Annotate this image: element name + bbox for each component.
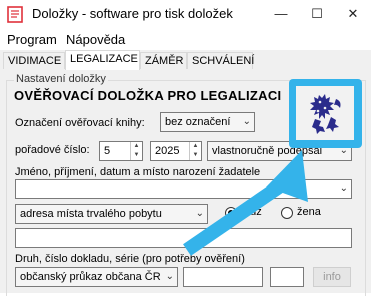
- document-type-value: občanský průkaz občana ČR: [20, 271, 161, 283]
- order-year-value: 2025: [155, 145, 180, 157]
- close-button[interactable]: ✕: [335, 0, 371, 28]
- order-label: pořadové číslo:: [15, 144, 90, 156]
- gender-female-radio[interactable]: [281, 207, 293, 219]
- book-select-value: bez označení: [165, 116, 231, 128]
- address-type-select[interactable]: adresa místa trvalého pobytu ⌄: [15, 204, 208, 224]
- form-heading: OVĚŘOVACÍ DOLOŽKA PRO LEGALIZACI: [14, 88, 282, 103]
- address-type-value: adresa místa trvalého pobytu: [20, 208, 162, 220]
- person-select[interactable]: ⌄: [15, 179, 352, 199]
- maximize-button[interactable]: ☐: [299, 0, 335, 28]
- document-type-select[interactable]: občanský průkaz občana ČR ⌄: [15, 267, 178, 287]
- book-select[interactable]: bez označení ⌄: [160, 112, 255, 132]
- chevron-down-icon: ⌄: [195, 208, 204, 219]
- person-label: Jméno, příjmení, datum a místo narození …: [15, 166, 261, 178]
- document-label: Druh, číslo dokladu, série (pro potřeby …: [15, 253, 245, 265]
- menu-program[interactable]: Program: [7, 32, 57, 47]
- document-number-input[interactable]: [183, 267, 263, 287]
- menu-help[interactable]: Nápověda: [66, 32, 125, 47]
- tab-zamer[interactable]: ZÁMĚR: [140, 52, 187, 69]
- order-number-stepper[interactable]: 5 ▲ ▼: [99, 141, 143, 161]
- app-document-icon: [7, 6, 25, 23]
- document-series-input[interactable]: [270, 267, 304, 287]
- chevron-down-icon: ⌄: [339, 183, 348, 194]
- window-title: Doložky - software pro tisk doložek: [32, 6, 233, 21]
- gender-male-radio[interactable]: [225, 207, 237, 219]
- gender-male-label: muž: [241, 206, 262, 218]
- czech-lion-emblem-icon: [305, 91, 345, 135]
- order-number-value: 5: [104, 145, 111, 157]
- minimize-button[interactable]: —: [263, 0, 299, 28]
- order-number-spin[interactable]: ▲ ▼: [130, 142, 142, 160]
- order-year-stepper[interactable]: 2025 ▲ ▼: [150, 141, 202, 161]
- tab-schvaleni[interactable]: SCHVÁLENÍ: [187, 52, 254, 69]
- info-button[interactable]: info: [313, 267, 351, 287]
- book-label: Označení ověřovací knihy:: [15, 117, 145, 129]
- tab-vidimace[interactable]: VIDIMACE: [3, 52, 65, 69]
- chevron-down-icon: ⌄: [242, 116, 251, 127]
- group-caption: Nastavení doložky: [14, 73, 108, 85]
- order-year-spin[interactable]: ▲ ▼: [189, 142, 201, 160]
- tab-legalizace[interactable]: LEGALIZACE: [65, 50, 140, 71]
- address-input[interactable]: [15, 228, 352, 248]
- gender-female-label: žena: [297, 206, 321, 218]
- chevron-down-icon: ⌄: [165, 271, 174, 282]
